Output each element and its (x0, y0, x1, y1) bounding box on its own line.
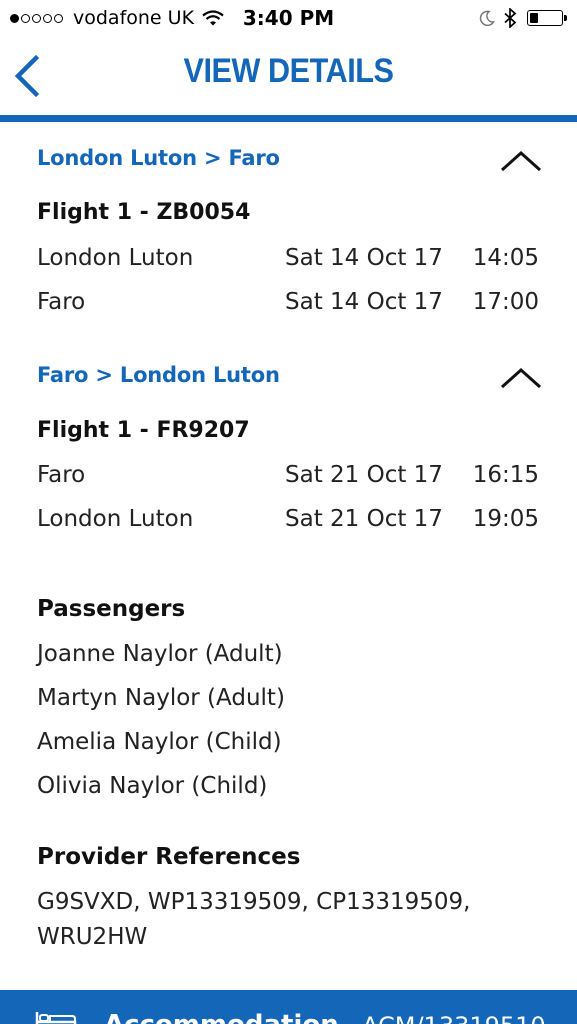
flight-row: Faro Sat 21 Oct 17 16:15 (0, 462, 577, 498)
accommodation-reference: ACM/13319510 (362, 1012, 546, 1024)
passengers-heading: Passengers (37, 596, 186, 622)
arrival-date: Sat 21 Oct 17 (285, 506, 443, 532)
inbound-leg-header[interactable]: Faro > London Luton (0, 339, 577, 397)
departure-date: Sat 21 Oct 17 (285, 462, 443, 488)
passenger-name: Martyn Naylor (Adult) (37, 685, 285, 711)
arrival-airport: Faro (37, 289, 86, 315)
provider-references-heading: Provider References (37, 844, 301, 870)
bed-icon (35, 1012, 77, 1024)
arrival-airport: London Luton (37, 506, 194, 532)
departure-time: 16:15 (472, 462, 539, 488)
provider-references-line-1: G9SVXD, WP13319509, CP13319509, (37, 889, 471, 915)
departure-airport: Faro (37, 462, 86, 488)
header-divider (0, 115, 577, 122)
departure-time: 14:05 (472, 245, 539, 271)
status-icons (479, 8, 567, 28)
flight-row: London Luton Sat 14 Oct 17 14:05 (0, 245, 577, 281)
chevron-up-icon[interactable] (498, 148, 544, 174)
provider-references-line-2: WRU2HW (37, 924, 148, 950)
arrival-date: Sat 14 Oct 17 (285, 289, 443, 315)
passenger-name: Olivia Naylor (Child) (37, 773, 268, 799)
page-title: VIEW DETAILS (183, 52, 394, 90)
flight-row: London Luton Sat 21 Oct 17 19:05 (0, 506, 577, 542)
passenger-name: Amelia Naylor (Child) (37, 729, 282, 755)
passenger-name: Joanne Naylor (Adult) (37, 641, 283, 667)
outbound-leg-header[interactable]: London Luton > Faro (0, 122, 577, 180)
arrival-time: 19:05 (472, 506, 539, 532)
navigation-bar: VIEW DETAILS (0, 38, 577, 118)
status-bar: vodafone UK 3:40 PM (0, 0, 577, 38)
accommodation-label: Accommodation (104, 1010, 339, 1024)
bluetooth-icon (504, 8, 517, 28)
arrival-time: 17:00 (472, 289, 539, 315)
outbound-flight-number: Flight 1 - ZB0054 (37, 200, 251, 225)
inbound-flight-number: Flight 1 - FR9207 (37, 418, 250, 443)
chevron-up-icon[interactable] (498, 365, 544, 391)
departure-date: Sat 14 Oct 17 (285, 245, 443, 271)
departure-airport: London Luton (37, 245, 194, 271)
battery-icon (527, 10, 567, 26)
outbound-route: London Luton > Faro (37, 146, 280, 170)
moon-icon (479, 10, 495, 26)
accommodation-bar[interactable]: Accommodation ACM/13319510 (0, 990, 577, 1024)
flight-row: Faro Sat 14 Oct 17 17:00 (0, 289, 577, 325)
inbound-route: Faro > London Luton (37, 363, 280, 387)
